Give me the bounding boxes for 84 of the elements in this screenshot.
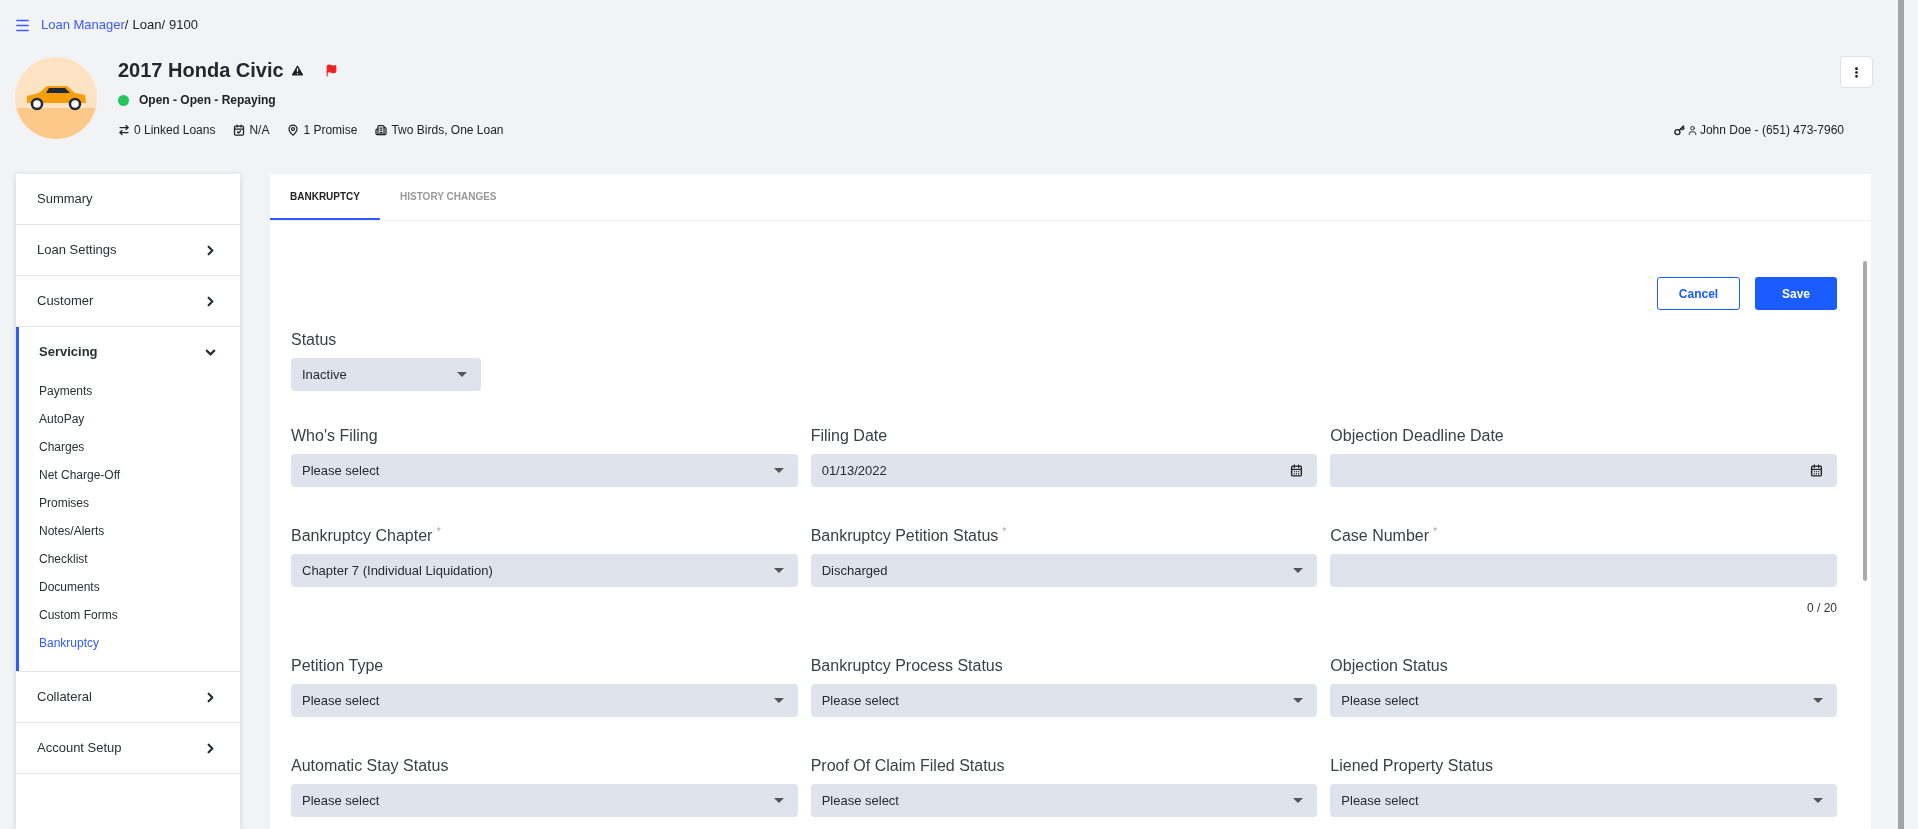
sidebar-subitem[interactable]: Notes/Alerts — [19, 517, 240, 545]
caret-icon — [1813, 798, 1823, 803]
sidebar-item[interactable]: Customer — [16, 276, 240, 326]
breadcrumb-link[interactable]: Loan Manager — [41, 15, 125, 35]
field-label: Liened Property Status — [1330, 756, 1494, 776]
sidebar-subitem[interactable]: Checklist — [19, 545, 240, 573]
breadcrumb-separator: / — [161, 16, 165, 35]
caret-icon — [1813, 698, 1823, 703]
more-options-button[interactable] — [1840, 56, 1873, 88]
cancel-button[interactable]: Cancel — [1657, 277, 1740, 310]
caret-icon — [457, 372, 467, 377]
select-field[interactable]: Inactive — [291, 358, 481, 391]
field-label: Automatic Stay Status — [291, 756, 449, 776]
loan-meta-text: 1 Promise — [303, 122, 358, 139]
calendar-icon — [1810, 464, 1823, 477]
sidebar-subitem[interactable]: AutoPay — [19, 405, 240, 433]
calendar-check-icon — [233, 124, 246, 136]
arrows-icon — [118, 124, 130, 136]
field-label: Filing Date — [810, 426, 888, 446]
select-field[interactable]: Please select — [291, 784, 798, 817]
sidebar-subitem[interactable]: Bankruptcy — [19, 629, 240, 657]
loan-meta-text: N/A — [249, 122, 270, 139]
loan-meta-text: Two Birds, One Loan — [391, 122, 504, 139]
select-field[interactable]: Please select — [810, 784, 1318, 817]
sidebar-item[interactable]: Account Setup — [16, 723, 240, 773]
field-label: Bankruptcy Process Status — [810, 656, 1003, 676]
building-icon — [375, 124, 388, 136]
select-field[interactable]: Please select — [291, 684, 798, 717]
field-label: Status — [291, 330, 337, 350]
save-button[interactable]: Save — [1755, 277, 1837, 310]
field-label: Who's Filing — [291, 426, 378, 446]
select-field[interactable]: Please select — [1330, 784, 1837, 817]
caret-icon — [773, 468, 784, 473]
loan-title: 2017 Honda Civic — [118, 58, 284, 83]
input-field[interactable] — [1330, 554, 1837, 587]
sidebar-item[interactable]: Loan Settings — [16, 225, 240, 275]
field-label: Proof Of Claim Filed Status — [810, 756, 1005, 776]
sidebar-subitem[interactable]: Promises — [19, 489, 240, 517]
sidebar-subitem[interactable]: Payments — [19, 377, 240, 405]
caret-icon — [773, 798, 784, 803]
select-field[interactable]: Discharged — [810, 554, 1318, 587]
breadcrumb-separator: / — [124, 16, 129, 35]
required-mark: * — [1002, 526, 1007, 537]
field-label: Bankruptcy Petition Status — [810, 526, 999, 546]
sidebar-item[interactable]: Summary — [16, 174, 240, 224]
sidebar-item[interactable]: Collateral — [16, 672, 240, 722]
sidebar-subitem[interactable]: Charges — [19, 433, 240, 461]
caret-icon — [1293, 698, 1304, 703]
sidebar-subitem[interactable]: Net Charge-Off — [19, 461, 240, 489]
caret-icon — [1293, 568, 1304, 573]
select-field[interactable]: Please select — [1330, 684, 1837, 717]
tab[interactable]: BANKRUPTCY — [270, 174, 380, 220]
breadcrumb-item: 9100 — [169, 16, 198, 35]
select-field[interactable]: Please select — [810, 684, 1318, 717]
flag-icon[interactable] — [324, 63, 338, 77]
field-label: Petition Type — [291, 656, 384, 676]
select-field[interactable]: Please select — [291, 454, 798, 487]
sidebar-subitem[interactable]: Documents — [19, 573, 240, 601]
field-label: Objection Deadline Date — [1330, 426, 1504, 446]
caret-icon — [773, 568, 784, 573]
field-label: Bankruptcy Chapter — [291, 526, 433, 546]
scrollbar-thumb[interactable] — [1863, 261, 1867, 581]
breadcrumb-item: Loan — [132, 16, 162, 35]
loan-status: Open - Open - Repaying — [139, 92, 276, 109]
person-icon — [1686, 124, 1698, 136]
required-mark: * — [1433, 526, 1438, 537]
key-icon — [1673, 124, 1685, 136]
date-field[interactable]: 01/13/2022 — [810, 454, 1318, 487]
loan-meta-text: 0 Linked Loans — [134, 122, 216, 139]
map-pin-icon — [287, 124, 300, 136]
sidebar-item[interactable]: Servicing — [16, 327, 240, 377]
caret-icon — [1293, 798, 1304, 803]
calendar-icon — [1290, 464, 1304, 477]
warning-icon — [289, 62, 305, 78]
page-scrollbar[interactable] — [1898, 0, 1904, 829]
sidebar-subitem[interactable]: Custom Forms — [19, 601, 240, 629]
field-label: Case Number — [1330, 526, 1430, 546]
contact-text: John Doe - (651) 473-7960 — [1699, 122, 1844, 139]
field-label: Objection Status — [1330, 656, 1448, 676]
caret-icon — [773, 698, 784, 703]
required-mark: * — [436, 526, 441, 537]
date-field[interactable] — [1330, 454, 1837, 487]
character-counter: 0 / 20 — [1806, 600, 1837, 617]
select-field[interactable]: Chapter 7 (Individual Liquidation) — [291, 554, 798, 587]
